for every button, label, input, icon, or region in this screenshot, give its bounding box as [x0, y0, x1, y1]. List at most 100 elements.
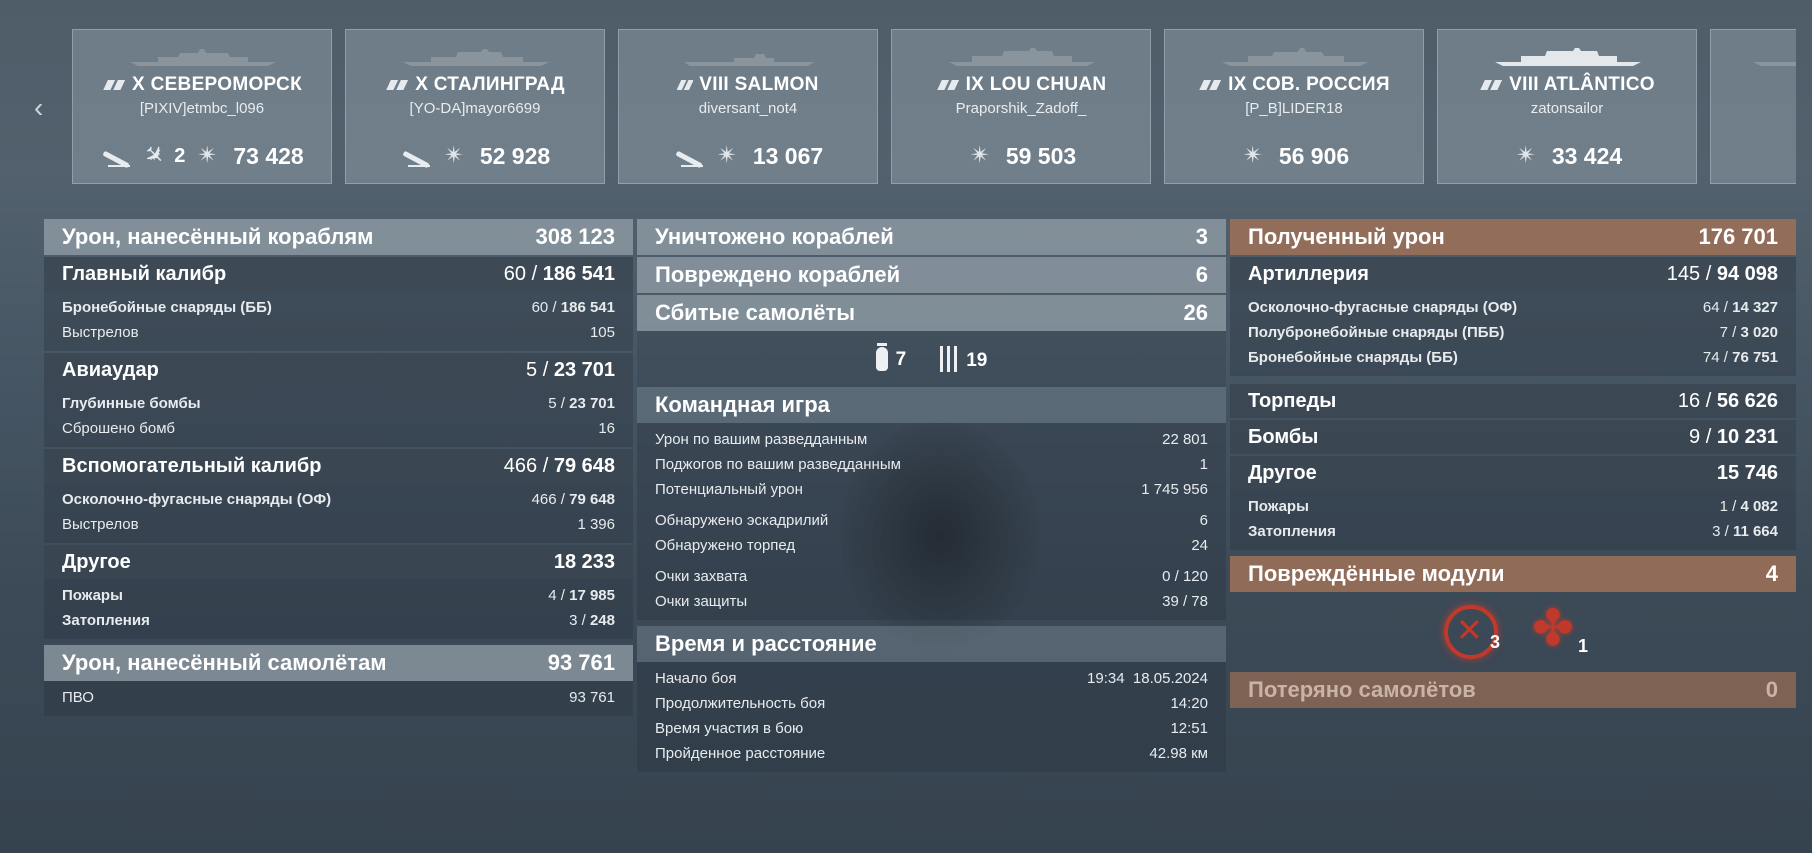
- damage-value: 73 428: [233, 142, 304, 169]
- list-item: Время участия в бою 12:51: [655, 720, 1208, 737]
- aa-row: ПВО 93 761: [62, 689, 615, 706]
- ship-card[interactable]: X СТАЛИНГРАД [YO-DA]mayor6699 52 928: [345, 29, 605, 184]
- list-item: Потенциальный урон 1 745 956: [655, 481, 1208, 498]
- planes-count: 2: [174, 144, 186, 167]
- ship-name: VIII SALMON: [699, 74, 819, 95]
- ship-card[interactable]: VIII SALMON diversant_not4 13 067: [618, 29, 878, 184]
- team-play-list: Урон по вашим разведданным 22 801 Поджого…: [637, 423, 1226, 620]
- bombs-dropped-row: Сброшено бомб 16: [62, 420, 615, 437]
- fires-received-row: Пожары 1 / 4 082: [1248, 498, 1778, 515]
- ship-card[interactable]: IX СОВ. РОССИЯ [P_B]LIDER18 56 906: [1164, 29, 1424, 184]
- torpedoes-row: Торпеды 16 / 56 626: [1230, 384, 1796, 418]
- plane-icon: [140, 143, 172, 169]
- ship-silhouette-icon: [403, 49, 549, 66]
- battleship-class-icon: [1198, 79, 1223, 90]
- ship-card[interactable]: X СЕВЕРОМОРСК [PIXIV]etmbc_l096 2 73 428: [72, 29, 332, 184]
- ship-card[interactable]: N: [1710, 29, 1796, 184]
- battleship-class-icon: [1479, 79, 1504, 90]
- fires-row: Пожары 4 / 17 985: [62, 587, 615, 604]
- damage-burst-icon: [1239, 141, 1271, 170]
- damage-burst-icon: [440, 141, 472, 170]
- planes-lost-row: Потеряно самолётов 0: [1230, 672, 1796, 708]
- player-name: [P_B]LIDER18: [1245, 100, 1343, 117]
- ship-silhouette-icon: [1753, 62, 1796, 66]
- ship-name: VIII ATLÂNTICO: [1509, 74, 1655, 95]
- ships-damaged-row: Повреждено кораблей 6: [637, 257, 1226, 293]
- list-item: Обнаружено эскадрилий 6: [655, 512, 1208, 529]
- ship-cards-carousel: X СЕВЕРОМОРСК [PIXIV]etmbc_l096 2 73 428…: [72, 29, 1796, 184]
- damaged-modules-list: 3 1: [1230, 592, 1796, 672]
- ship-name: IX LOU CHUAN: [965, 74, 1107, 95]
- damage-value: 56 906: [1278, 142, 1350, 169]
- propulsion-icon: 1: [1528, 599, 1588, 659]
- damage-value: 52 928: [479, 142, 551, 169]
- torpedo-icon: [400, 143, 432, 169]
- ship-silhouette-icon: [949, 48, 1095, 66]
- bomber-icon: [875, 343, 888, 371]
- player-name: diversant_not4: [698, 100, 798, 117]
- team-play-header: Командная игра: [637, 387, 1226, 423]
- list-item: Пройденное расстояние 42.98 км: [655, 745, 1208, 762]
- damage-dealt-panel: Урон, нанесённый кораблям 308 123 Главны…: [44, 219, 633, 716]
- floods-row: Затопления 3 / 248: [62, 612, 615, 629]
- torpedo-icon: [100, 143, 132, 169]
- bombs-row: Бомбы 9 / 10 231: [1230, 420, 1796, 454]
- planes-shot-down-row: Сбитые самолёты 26: [637, 295, 1226, 331]
- damage-received-panel: Полученный урон 176 701 Артиллерия 145 /…: [1230, 219, 1796, 708]
- mb-ap-row: Бронебойные снаряды (ББ) 60 / 186 541: [62, 299, 615, 316]
- list-item: Очки захвата 0 / 120: [655, 568, 1208, 585]
- list-item: Обнаружено торпед 24: [655, 537, 1208, 554]
- artillery-row: Артиллерия 145 / 94 098: [1230, 257, 1796, 291]
- he-row: Осколочно-фугасные снаряды (ОФ) 64 / 14 3…: [1248, 299, 1778, 316]
- list-item: Начало боя 19:34 18.05.2024: [655, 670, 1208, 687]
- torpedo-icon: [673, 143, 705, 169]
- cruiser-class-icon: [677, 79, 694, 90]
- player-name: Praporshik_Zadoff_: [955, 100, 1087, 117]
- ship-name: IX СОВ. РОССИЯ: [1228, 74, 1390, 95]
- sec-he-row: Осколочно-фугасные снаряды (ОФ) 466 / 79 …: [62, 491, 615, 508]
- ship-silhouette-icon: [1495, 48, 1641, 66]
- damage-received-header: Полученный урон 176 701: [1230, 219, 1796, 255]
- other-received-row: Другое 15 746: [1230, 456, 1796, 490]
- battleship-class-icon: [102, 79, 127, 90]
- main-battery-row: Главный калибр 60 / 186 541: [44, 257, 633, 291]
- ship-silhouette-icon: [684, 54, 814, 66]
- floods-received-row: Затопления 3 / 11 664: [1248, 523, 1778, 540]
- steering-gear-icon: 3: [1444, 605, 1500, 659]
- ship-name: X СТАЛИНГРАД: [415, 74, 565, 95]
- damage-burst-icon: [713, 141, 745, 170]
- damage-value: 13 067: [752, 142, 824, 169]
- ships-destroyed-row: Уничтожено кораблей 3: [637, 219, 1226, 255]
- damage-burst-icon: [193, 141, 225, 170]
- list-item: Продолжительность боя 14:20: [655, 695, 1208, 712]
- mb-shots-row: Выстрелов 105: [62, 324, 615, 341]
- time-distance-header: Время и расстояние: [637, 626, 1226, 662]
- player-name: zatonsailor: [1530, 100, 1604, 117]
- damaged-modules-header: Повреждённые модули 4: [1230, 556, 1796, 592]
- damage-burst-icon: [966, 141, 998, 170]
- airstrike-row: Авиаудар 5 / 23 701: [44, 353, 633, 387]
- damage-value: 33 424: [1551, 142, 1623, 169]
- player-name: [YO-DA]mayor6699: [409, 100, 541, 117]
- list-item: Очки защиты 39 / 78: [655, 593, 1208, 610]
- combat-results-panel: Уничтожено кораблей 3 Повреждено корабле…: [637, 219, 1226, 772]
- sec-shots-row: Выстрелов 1 396: [62, 516, 615, 533]
- damage-burst-icon: [1512, 141, 1544, 170]
- list-item: Поджогов по вашим разведданным 1: [655, 456, 1208, 473]
- ship-card[interactable]: VIII ATLÂNTICO zatonsailor 33 424: [1437, 29, 1697, 184]
- ship-name: X СЕВЕРОМОРСК: [132, 74, 302, 95]
- other-row: Другое 18 233: [44, 545, 633, 579]
- plane-damage-header: Урон, нанесённый самолётам 93 761: [44, 645, 633, 681]
- battleship-class-icon: [385, 79, 410, 90]
- ship-silhouette-icon: [1222, 48, 1368, 66]
- player-name: [PIXIV]etmbc_l096: [139, 100, 265, 117]
- list-item: Урон по вашим разведданным 22 801: [655, 431, 1208, 448]
- depth-charges-row: Глубинные бомбы 5 / 23 701: [62, 395, 615, 412]
- chevron-left-icon[interactable]: ‹: [34, 94, 52, 122]
- sap-row: Полубронебойные снаряды (ПББ) 7 / 3 020: [1248, 324, 1778, 341]
- ship-damage-header: Урон, нанесённый кораблям 308 123: [44, 219, 633, 255]
- ap-row: Бронебойные снаряды (ББ) 74 / 76 751: [1248, 349, 1778, 366]
- ship-card[interactable]: IX LOU CHUAN Praporshik_Zadoff_ 59 503: [891, 29, 1151, 184]
- plane-kill-breakdown: 7 19: [637, 331, 1226, 387]
- player-name: N: [1711, 100, 1796, 117]
